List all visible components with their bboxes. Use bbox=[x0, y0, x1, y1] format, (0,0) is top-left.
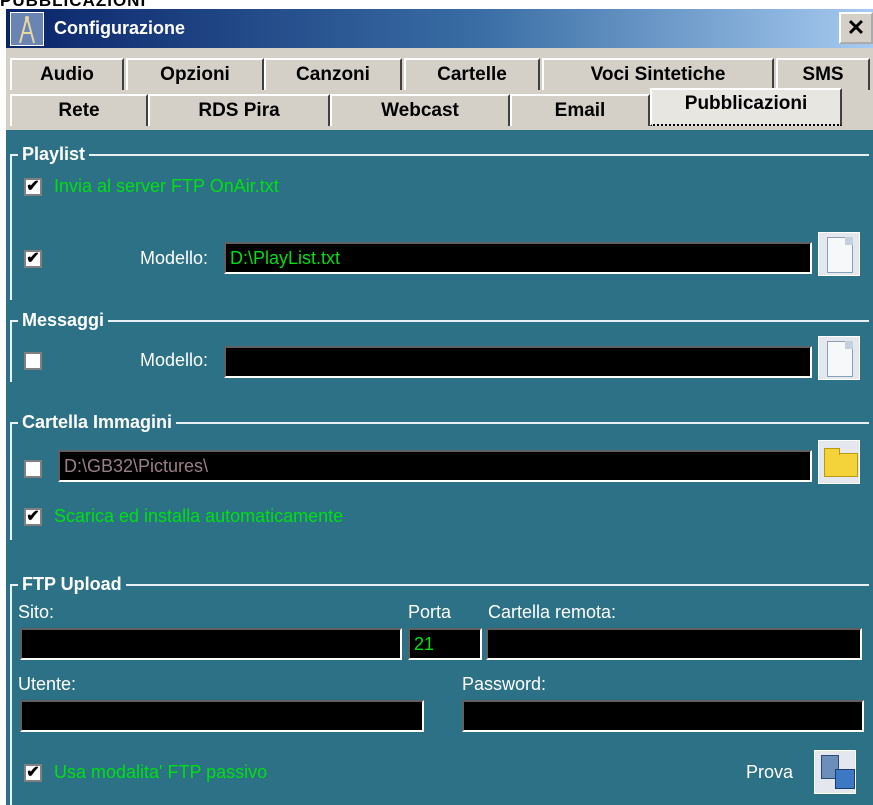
playlist-model-field[interactable]: D:\PlayList.txt bbox=[224, 242, 812, 274]
check-mark-icon: ✔ bbox=[26, 178, 40, 195]
check-mark-icon: ✔ bbox=[26, 508, 40, 525]
tab-opzioni[interactable]: Opzioni bbox=[126, 58, 264, 90]
auto-install-label: Scarica ed installa automaticamente bbox=[54, 506, 344, 526]
images-folder-browse-button[interactable] bbox=[818, 440, 860, 484]
remote-folder-field[interactable] bbox=[486, 628, 862, 660]
remote-folder-label: Cartella remota: bbox=[488, 602, 617, 622]
auto-install-checkbox[interactable]: ✔ bbox=[24, 508, 42, 526]
tab-cartelle[interactable]: Cartelle bbox=[404, 58, 540, 90]
images-folder-field[interactable]: D:\GB32\Pictures\ bbox=[58, 450, 812, 482]
test-connection-button[interactable] bbox=[814, 750, 856, 794]
passive-mode-label: Usa modalita' FTP passivo bbox=[54, 762, 268, 782]
user-label: Utente: bbox=[18, 674, 77, 694]
check-mark-icon: ✔ bbox=[26, 250, 40, 267]
messaggi-group-title: Messaggi bbox=[18, 310, 109, 331]
messaggi-model-checkbox[interactable] bbox=[24, 352, 42, 370]
tab-pubblicazioni[interactable]: Pubblicazioni bbox=[650, 88, 842, 126]
document-icon bbox=[827, 341, 853, 377]
site-label: Sito: bbox=[18, 602, 55, 622]
tab-strip: Audio Opzioni Canzoni Cartelle Voci Sint… bbox=[6, 48, 873, 132]
test-label: Prova bbox=[746, 762, 794, 782]
tab-rds-pira[interactable]: RDS Pira bbox=[148, 94, 330, 126]
close-button[interactable]: ✕ bbox=[839, 12, 873, 44]
playlist-group-title: Playlist bbox=[18, 144, 90, 165]
site-field[interactable] bbox=[20, 628, 402, 660]
port-label: Porta bbox=[408, 602, 452, 622]
messaggi-model-field[interactable] bbox=[224, 346, 812, 378]
ftp-upload-group-title: FTP Upload bbox=[18, 574, 126, 595]
tab-canzoni[interactable]: Canzoni bbox=[264, 58, 402, 90]
pubblicazioni-panel: Playlist ✔ Invia al server FTP OnAir.txt… bbox=[6, 130, 873, 805]
port-field[interactable]: 21 bbox=[408, 628, 482, 660]
folder-icon bbox=[824, 448, 858, 477]
tab-sms[interactable]: SMS bbox=[776, 58, 870, 90]
send-onair-checkbox[interactable]: ✔ bbox=[24, 178, 42, 196]
tab-email[interactable]: Email bbox=[510, 94, 650, 126]
messaggi-model-label: Modello: bbox=[140, 350, 209, 370]
window-title: Configurazione bbox=[54, 18, 185, 38]
playlist-model-checkbox[interactable]: ✔ bbox=[24, 250, 42, 268]
send-onair-label: Invia al server FTP OnAir.txt bbox=[54, 176, 279, 196]
password-label: Password: bbox=[462, 674, 547, 694]
playlist-browse-button[interactable] bbox=[818, 232, 860, 276]
antenna-icon bbox=[10, 12, 44, 46]
tab-voci-sintetiche[interactable]: Voci Sintetiche bbox=[542, 58, 774, 90]
tab-rete[interactable]: Rete bbox=[10, 94, 148, 126]
playlist-model-label: Modello: bbox=[140, 248, 209, 268]
check-mark-icon: ✔ bbox=[26, 764, 40, 781]
password-field[interactable] bbox=[462, 700, 864, 732]
user-field[interactable] bbox=[20, 700, 424, 732]
tab-webcast[interactable]: Webcast bbox=[330, 94, 510, 126]
cartella-immagini-group-title: Cartella Immagini bbox=[18, 412, 177, 433]
tab-audio[interactable]: Audio bbox=[10, 58, 124, 90]
images-folder-checkbox[interactable] bbox=[24, 460, 42, 478]
passive-mode-checkbox[interactable]: ✔ bbox=[24, 764, 42, 782]
messaggi-browse-button[interactable] bbox=[818, 336, 860, 380]
document-icon bbox=[827, 237, 853, 273]
